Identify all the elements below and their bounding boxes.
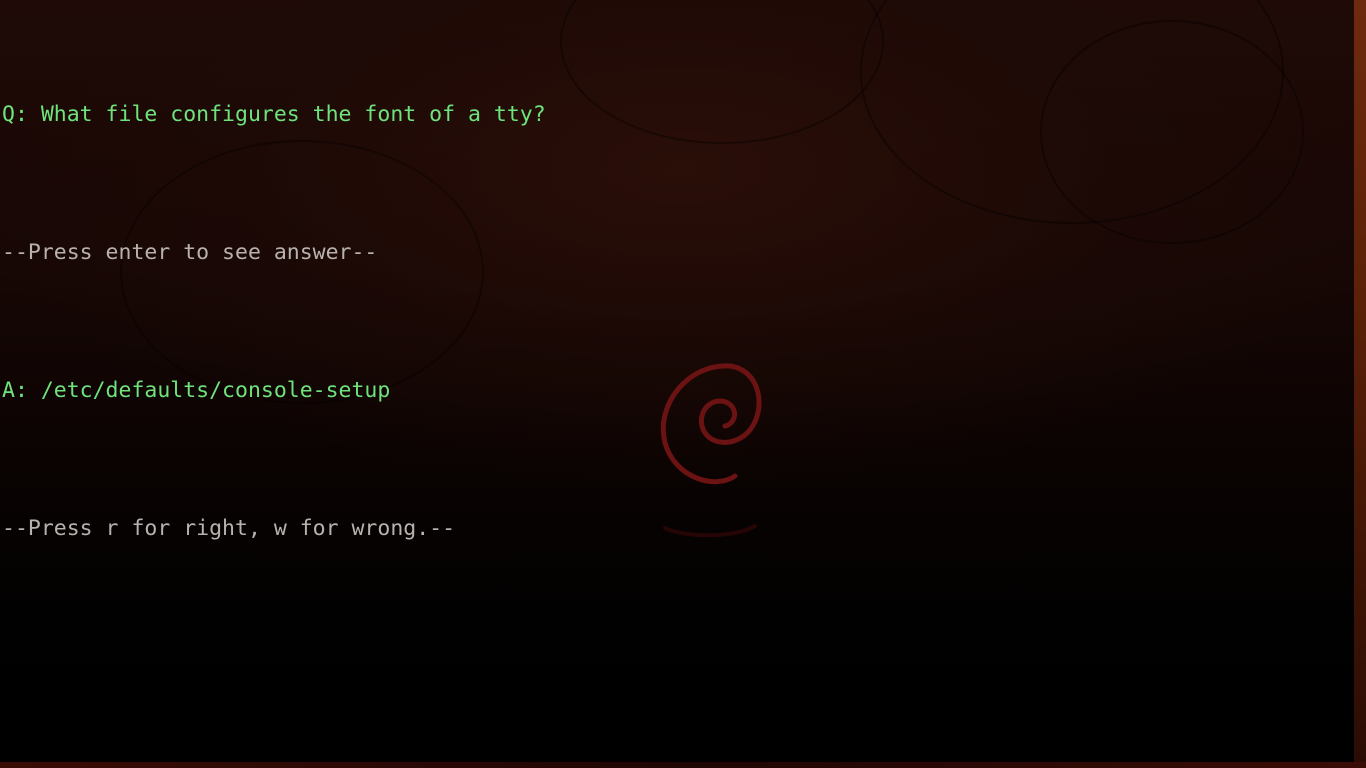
- tty-screen: Q: What file configures the font of a tt…: [0, 0, 1366, 768]
- right-wrong-prompt: --Press r for right, w for wrong.--: [2, 516, 456, 541]
- press-enter-prompt: --Press enter to see answer--: [2, 240, 378, 265]
- background-swirl: [560, 0, 884, 144]
- answer-line: A: /etc/defaults/console-setup: [2, 378, 391, 403]
- right-edge-decoration: [1354, 0, 1366, 768]
- background-swirl: [1040, 20, 1304, 244]
- background-swirl: [860, 0, 1284, 224]
- terminal-output: Q: What file configures the font of a tt…: [2, 0, 546, 644]
- debian-swirl-icon: [660, 363, 762, 538]
- question-line: Q: What file configures the font of a tt…: [2, 102, 546, 127]
- bottom-edge-decoration: [0, 762, 1366, 768]
